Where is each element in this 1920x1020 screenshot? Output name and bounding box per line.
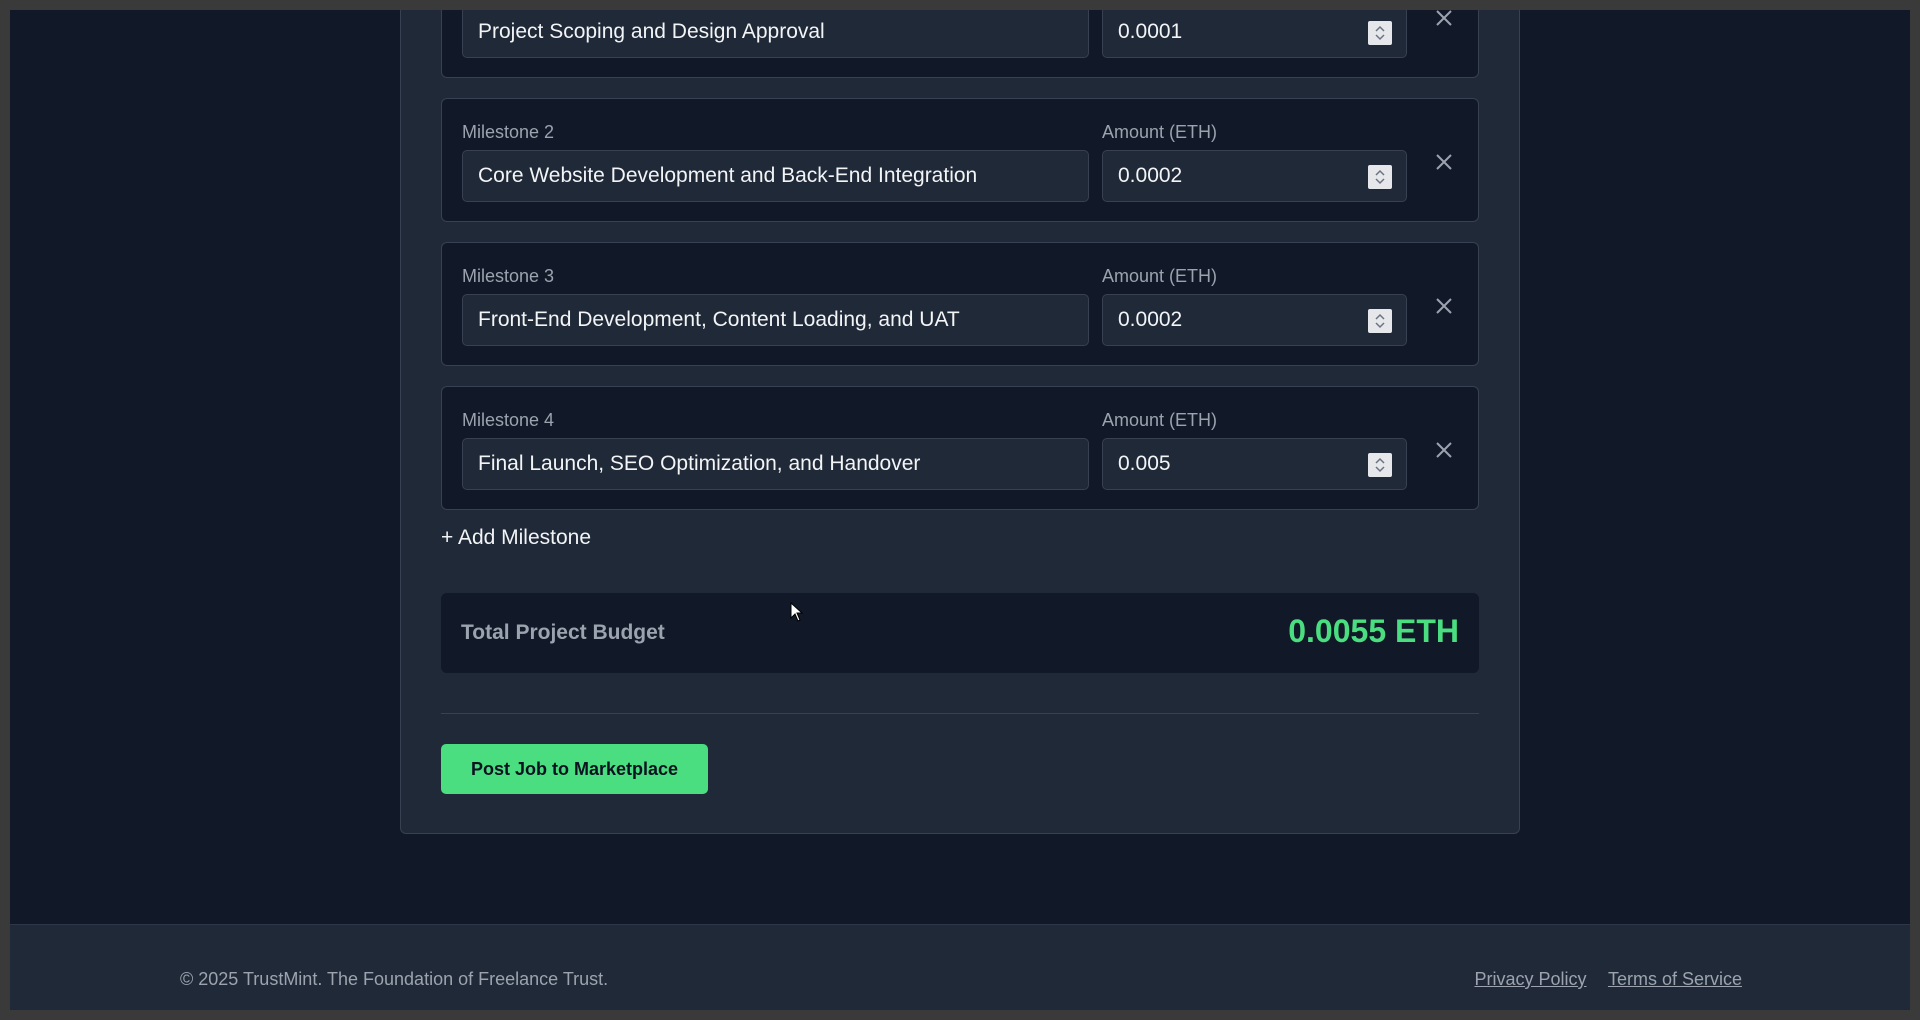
milestone-amount-input[interactable]: 0.0002 bbox=[1102, 150, 1407, 202]
post-job-button[interactable]: Post Job to Marketplace bbox=[441, 744, 708, 794]
milestone-row-2: Milestone 2 Amount (ETH) Core Website De… bbox=[441, 98, 1479, 222]
budget-label: Total Project Budget bbox=[461, 621, 665, 644]
amount-label: Amount (ETH) bbox=[1102, 410, 1218, 430]
milestone-amount-input[interactable]: 0.0001 bbox=[1102, 10, 1407, 58]
milestone-title-input[interactable]: Project Scoping and Design Approval bbox=[462, 10, 1089, 58]
close-icon bbox=[1436, 442, 1452, 458]
milestone-amount-value: 0.0002 bbox=[1118, 164, 1183, 187]
remove-milestone-button[interactable] bbox=[1431, 10, 1457, 31]
milestone-amount-input[interactable]: 0.005 bbox=[1102, 438, 1407, 490]
close-icon bbox=[1436, 154, 1452, 170]
browser-viewport: Project Scoping and Design Approval 0.00… bbox=[10, 10, 1910, 1010]
milestone-title-input[interactable]: Front-End Development, Content Loading, … bbox=[462, 294, 1089, 346]
total-budget-panel: Total Project Budget 0.0055 ETH bbox=[441, 593, 1479, 673]
terms-of-service-link[interactable]: Terms of Service bbox=[1608, 969, 1742, 989]
milestone-label: Milestone 4 bbox=[462, 410, 555, 430]
remove-milestone-button[interactable] bbox=[1431, 293, 1457, 319]
milestone-amount-input[interactable]: 0.0002 bbox=[1102, 294, 1407, 346]
number-spinner-icon[interactable] bbox=[1368, 21, 1392, 45]
milestone-amount-value: 0.0001 bbox=[1118, 20, 1183, 43]
milestone-amount-value: 0.0002 bbox=[1118, 308, 1183, 331]
add-milestone-button[interactable]: + Add Milestone bbox=[441, 526, 591, 550]
milestone-label: Milestone 2 bbox=[462, 122, 555, 142]
job-form-card: Project Scoping and Design Approval 0.00… bbox=[400, 10, 1520, 834]
remove-milestone-button[interactable] bbox=[1431, 437, 1457, 463]
divider bbox=[441, 713, 1479, 714]
number-spinner-icon[interactable] bbox=[1368, 309, 1392, 333]
number-spinner-icon[interactable] bbox=[1368, 165, 1392, 189]
privacy-policy-link[interactable]: Privacy Policy bbox=[1474, 969, 1586, 989]
budget-value: 0.0055 ETH bbox=[1288, 613, 1459, 649]
milestone-title-input[interactable]: Final Launch, SEO Optimization, and Hand… bbox=[462, 438, 1089, 490]
footer-links: Privacy Policy Terms of Service bbox=[1457, 969, 1742, 990]
milestone-label: Milestone 3 bbox=[462, 266, 555, 286]
site-footer: © 2025 TrustMint. The Foundation of Free… bbox=[10, 924, 1910, 1010]
mouse-cursor-icon bbox=[790, 602, 804, 622]
milestone-row-1: Project Scoping and Design Approval 0.00… bbox=[441, 10, 1479, 78]
close-icon bbox=[1436, 10, 1452, 26]
close-icon bbox=[1436, 298, 1452, 314]
amount-label: Amount (ETH) bbox=[1102, 266, 1218, 286]
milestone-row-4: Milestone 4 Amount (ETH) Final Launch, S… bbox=[441, 386, 1479, 510]
milestone-row-3: Milestone 3 Amount (ETH) Front-End Devel… bbox=[441, 242, 1479, 366]
milestone-title-input[interactable]: Core Website Development and Back-End In… bbox=[462, 150, 1089, 202]
milestone-amount-value: 0.005 bbox=[1118, 452, 1171, 475]
copyright-text: © 2025 TrustMint. The Foundation of Free… bbox=[180, 969, 609, 989]
amount-label: Amount (ETH) bbox=[1102, 122, 1218, 142]
remove-milestone-button[interactable] bbox=[1431, 149, 1457, 175]
number-spinner-icon[interactable] bbox=[1368, 453, 1392, 477]
